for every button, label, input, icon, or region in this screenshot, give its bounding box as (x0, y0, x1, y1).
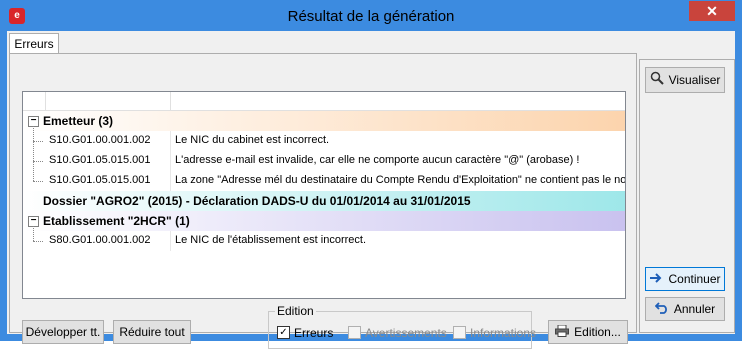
error-code: S10.G01.05.015.001 (49, 154, 151, 166)
dialog-client-area: Erreurs − Emetteur (3) S10.G01.00.001.00… (7, 31, 735, 349)
error-tree-grid[interactable]: − Emetteur (3) S10.G01.00.001.002 Le NIC… (22, 91, 626, 299)
grid-header-divider (170, 92, 171, 110)
tree-connector (33, 161, 43, 162)
action-panel (639, 59, 735, 333)
column-divider (170, 231, 171, 251)
error-message: Le NIC de l'établissement est incorrect. (175, 234, 367, 246)
tree-group-etablissement[interactable]: − Etablissement "2HCR" (1) (23, 211, 625, 231)
checkbox-unchecked-icon (453, 326, 466, 340)
table-row[interactable]: S10.G01.05.015.001 L'adresse e-mail est … (23, 151, 625, 171)
window-title: Résultat de la génération (287, 8, 455, 25)
magnifier-icon (650, 69, 664, 93)
error-code: S80.G01.00.001.002 (49, 234, 151, 246)
errors-checkbox[interactable]: ✓ Erreurs (277, 326, 333, 340)
warnings-checkbox[interactable]: Avertissements (348, 326, 447, 340)
edition-groupbox: Edition ✓ Erreurs Avertissements Informat… (268, 304, 536, 349)
edition-button-label: Edition... (574, 325, 621, 339)
checkbox-unchecked-icon (348, 326, 361, 340)
errors-checkbox-label: Erreurs (294, 326, 334, 340)
arrow-right-icon (649, 269, 663, 291)
grid-header (23, 92, 625, 111)
info-checkbox[interactable]: Informations (453, 326, 536, 340)
edition-legend: Edition (275, 304, 316, 318)
table-row[interactable]: S10.G01.05.015.001 La zone "Adresse mél … (23, 171, 625, 191)
close-button[interactable]: ✕ (689, 1, 735, 21)
continue-button[interactable]: Continuer (645, 267, 725, 291)
tab-erreurs[interactable]: Erreurs (9, 33, 59, 54)
tree-connector (33, 141, 43, 142)
error-code: S10.G01.05.015.001 (49, 174, 151, 186)
table-row[interactable]: S10.G01.00.001.002 Le NIC du cabinet est… (23, 131, 625, 151)
visualize-button-label: Visualiser (668, 73, 721, 87)
tab-panel: − Emetteur (3) S10.G01.00.001.002 Le NIC… (9, 53, 637, 349)
checkbox-checked-icon: ✓ (277, 326, 290, 340)
tree-group-dossier[interactable]: Dossier "AGRO2" (2015) - Déclaration DAD… (23, 191, 625, 211)
column-divider (170, 151, 171, 171)
warnings-checkbox-label: Avertissements (365, 326, 447, 340)
error-message: La zone "Adresse mél du destinataire du … (175, 174, 626, 186)
undo-arrow-icon (654, 299, 669, 321)
column-divider (170, 131, 171, 151)
expand-all-button[interactable]: Développer tt. (22, 320, 104, 344)
grid-header-divider (45, 92, 46, 110)
column-divider (170, 171, 171, 191)
collapse-all-button[interactable]: Réduire tout (113, 320, 191, 344)
edition-button[interactable]: Edition... (548, 320, 628, 344)
continue-button-label: Continuer (668, 272, 721, 286)
title-bar[interactable]: e Résultat de la génération ✕ (1, 1, 741, 31)
table-row[interactable]: S80.G01.00.001.002 Le NIC de l'établisse… (23, 231, 625, 251)
cancel-button[interactable]: Annuler (645, 297, 725, 321)
dialog-window: e Résultat de la génération ✕ Erreurs − … (0, 0, 742, 349)
tree-connector (33, 241, 43, 242)
visualize-button[interactable]: Visualiser (645, 67, 725, 93)
group-label: Dossier "AGRO2" (2015) - Déclaration DAD… (43, 194, 471, 208)
tree-connector (33, 181, 43, 182)
error-code: S10.G01.00.001.002 (49, 134, 151, 146)
error-message: L'adresse e-mail est invalide, car elle … (175, 154, 580, 166)
info-checkbox-label: Informations (470, 326, 537, 340)
group-label: Emetteur (3) (43, 114, 114, 128)
tree-group-emetteur[interactable]: − Emetteur (3) (23, 111, 625, 131)
group-label: Etablissement "2HCR" (1) (43, 214, 190, 228)
cancel-button-label: Annuler (673, 302, 716, 316)
error-message: Le NIC du cabinet est incorrect. (175, 134, 330, 146)
